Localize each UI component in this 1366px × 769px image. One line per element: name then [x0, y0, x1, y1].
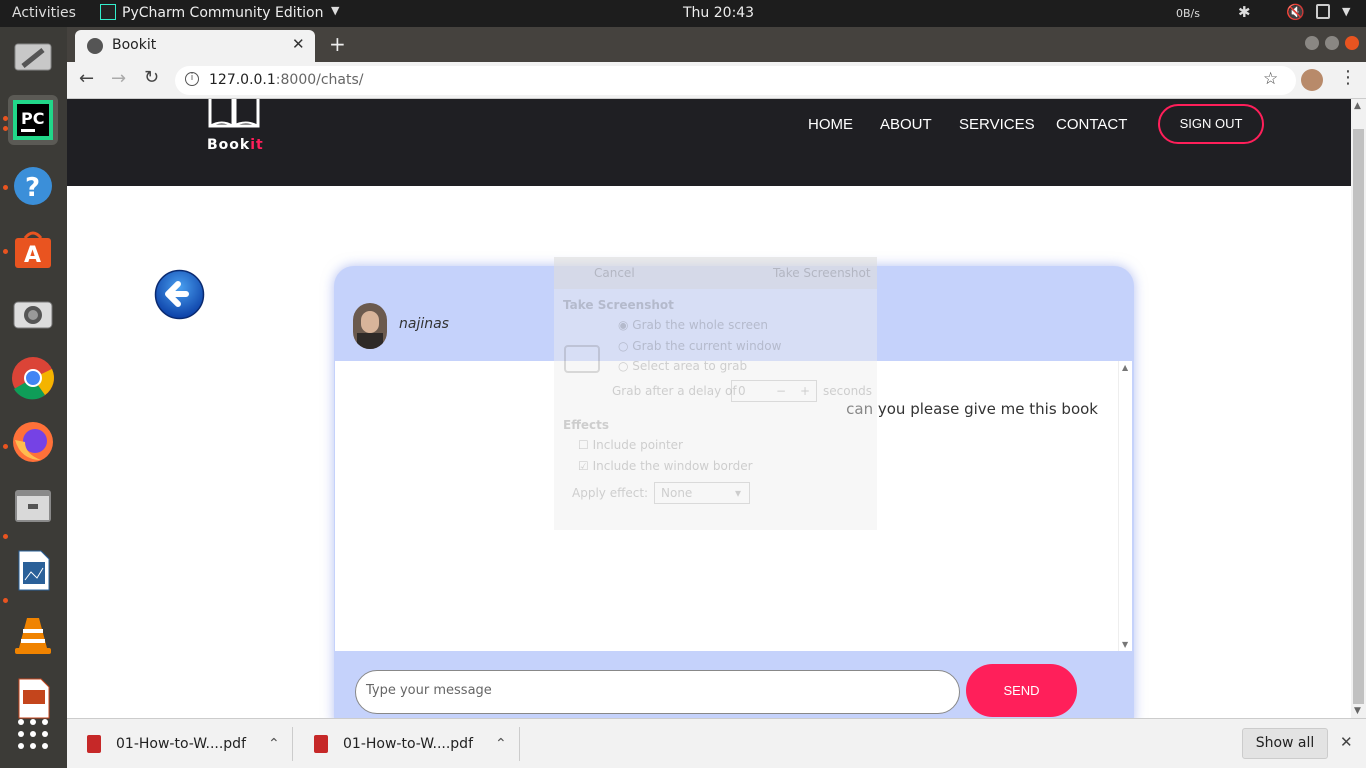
svg-text:?: ? [25, 173, 40, 203]
sign-out-button[interactable]: SIGN OUT [1158, 104, 1264, 144]
message-scrollbar[interactable]: ▲ ▼ [1118, 361, 1132, 651]
minimize-window-icon[interactable] [1305, 36, 1319, 50]
launcher-dock: PC ? A [0, 27, 67, 768]
svg-text:A: A [24, 243, 41, 268]
close-tab-icon[interactable]: ✕ [292, 35, 305, 53]
back-icon[interactable]: ← [79, 68, 94, 89]
pdf-file-icon [87, 735, 101, 753]
profile-avatar[interactable] [1301, 69, 1323, 91]
browser-menu-icon[interactable]: ⋮ [1339, 67, 1357, 88]
system-menu-chevron-icon[interactable]: ▼ [1342, 5, 1350, 18]
nav-home[interactable]: HOME [808, 116, 853, 133]
download-item[interactable]: 01-How-to-W....pdf ⌃ [314, 719, 507, 769]
dialog-take-screenshot-button[interactable]: Take Screenshot [773, 266, 871, 280]
pycharm-small-icon [100, 4, 116, 20]
firefox-icon[interactable] [8, 417, 58, 467]
delay-stepper[interactable]: 0− + [731, 380, 817, 402]
network-speed: 0B/s [1176, 7, 1200, 20]
system-settings-icon[interactable] [8, 33, 58, 83]
page-scrollbar[interactable]: ▲ ▼ [1351, 99, 1366, 718]
pdf-file-icon [314, 735, 328, 753]
nav-about[interactable]: ABOUT [880, 116, 932, 133]
option-select-area[interactable]: ○ Select area to grab [618, 359, 747, 373]
bluetooth-icon[interactable]: ✱ [1238, 3, 1251, 21]
apply-effect-select[interactable]: None ▾ [654, 482, 750, 504]
software-center-icon[interactable]: A [8, 225, 58, 275]
dialog-section-title: Take Screenshot [563, 298, 674, 312]
volume-muted-icon[interactable]: 🔇 [1286, 3, 1305, 21]
apply-effect-label: Apply effect: [572, 486, 649, 500]
nav-contact[interactable]: CONTACT [1056, 116, 1127, 133]
message-bubble: can you please give me this book [846, 400, 1098, 418]
site-info-icon[interactable]: i [185, 72, 199, 86]
bookmark-star-icon[interactable]: ☆ [1263, 69, 1278, 89]
effects-title: Effects [563, 418, 610, 432]
show-all-button[interactable]: Show all [1242, 728, 1328, 759]
browser-tab-strip: Bookit ✕ + [67, 27, 1366, 62]
option-whole-screen[interactable]: ◉ Grab the whole screen [618, 318, 768, 332]
close-window-icon[interactable] [1345, 36, 1359, 50]
url-text[interactable]: 127.0.0.1:8000/chats/ [209, 72, 364, 88]
message-input[interactable]: Type your message [355, 670, 960, 714]
download-options-chevron-icon[interactable]: ⌃ [268, 736, 280, 752]
camera-icon [564, 345, 600, 373]
chrome-icon[interactable] [8, 353, 58, 403]
new-tab-icon[interactable]: + [329, 32, 346, 56]
tab-bookit[interactable]: Bookit ✕ [75, 30, 315, 62]
include-border-checkbox[interactable]: ☑ Include the window border [578, 459, 753, 473]
app-menu-chevron-icon[interactable]: ▼ [331, 4, 339, 17]
libreoffice-writer-icon[interactable] [8, 545, 58, 595]
clock[interactable]: Thu 20:43 [683, 5, 754, 21]
option-current-window[interactable]: ○ Grab the current window [618, 339, 781, 353]
help-icon[interactable]: ? [8, 161, 58, 211]
delay-label: Grab after a delay of [612, 384, 737, 398]
screenshot-dialog: Cancel Take Screenshot Take Screenshot ◉… [554, 257, 877, 530]
system-top-bar: Activities PyCharm Community Edition ▼ T… [0, 0, 1366, 27]
delay-unit: seconds [823, 384, 873, 398]
page-scrollbar-thumb[interactable] [1353, 129, 1364, 704]
tab-title: Bookit [112, 37, 157, 53]
include-pointer-checkbox[interactable]: ☐ Include pointer [578, 438, 683, 452]
nav-services[interactable]: SERVICES [959, 116, 1035, 133]
back-arrow-button[interactable] [154, 269, 205, 320]
close-downloads-icon[interactable]: ✕ [1340, 733, 1353, 751]
download-filename: 01-How-to-W....pdf [343, 736, 473, 752]
battery-icon[interactable] [1316, 4, 1330, 19]
book-logo-icon[interactable] [208, 99, 260, 129]
chat-username: najinas [399, 316, 449, 332]
download-filename: 01-How-to-W....pdf [116, 736, 246, 752]
screenshot-icon[interactable] [8, 289, 58, 339]
site-logo-text[interactable]: Bookit [207, 137, 264, 153]
pycharm-icon[interactable]: PC [8, 95, 58, 145]
activities-button[interactable]: Activities [12, 5, 76, 21]
user-avatar [353, 303, 387, 349]
browser-toolbar: ← → ↻ i 127.0.0.1:8000/chats/ ☆ ⋮ [67, 62, 1366, 99]
svg-text:PC: PC [21, 109, 44, 128]
download-options-chevron-icon[interactable]: ⌃ [495, 736, 507, 752]
forward-icon[interactable]: → [111, 68, 126, 89]
dialog-cancel-button[interactable]: Cancel [594, 266, 635, 280]
reload-icon[interactable]: ↻ [144, 67, 159, 88]
files-icon[interactable] [8, 481, 58, 531]
site-header: Bookit HOME ABOUT SERVICES CONTACT SIGN … [67, 99, 1351, 186]
send-button[interactable]: SEND [966, 664, 1077, 717]
globe-icon [87, 38, 103, 54]
vlc-icon[interactable] [8, 609, 58, 659]
maximize-window-icon[interactable] [1325, 36, 1339, 50]
address-bar[interactable]: i 127.0.0.1:8000/chats/ ☆ [175, 66, 1296, 95]
app-menu[interactable]: PyCharm Community Edition [122, 5, 323, 21]
downloads-bar: 01-How-to-W....pdf ⌃ 01-How-to-W....pdf … [67, 718, 1366, 768]
download-item[interactable]: 01-How-to-W....pdf ⌃ [87, 719, 280, 769]
show-apps-icon[interactable] [8, 711, 58, 757]
